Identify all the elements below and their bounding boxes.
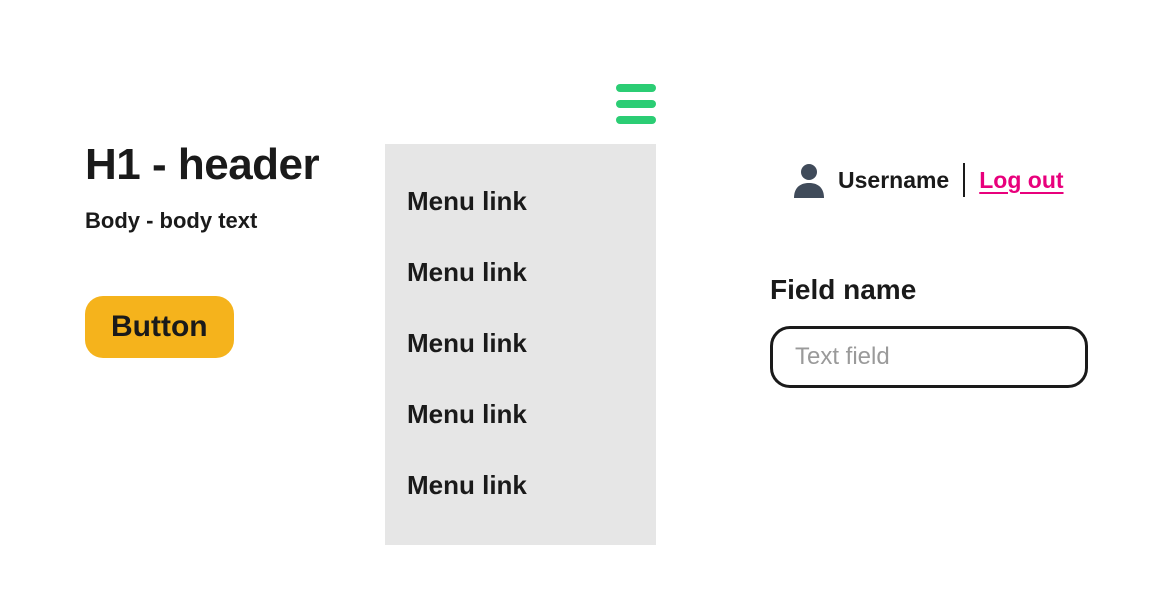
right-section: Username Log out Field name [770, 162, 1088, 388]
menu-link[interactable]: Menu link [385, 237, 656, 308]
left-section: H1 - header Body - body text Button [85, 140, 319, 358]
divider [963, 163, 965, 197]
menu-link[interactable]: Menu link [385, 450, 656, 521]
menu-link[interactable]: Menu link [385, 379, 656, 450]
primary-button[interactable]: Button [85, 296, 234, 358]
menu-panel: Menu link Menu link Menu link Menu link … [385, 144, 656, 545]
menu-link[interactable]: Menu link [385, 166, 656, 237]
text-input[interactable] [770, 326, 1088, 388]
hamburger-bar [616, 116, 656, 124]
field-label: Field name [770, 274, 916, 305]
menu-link[interactable]: Menu link [385, 308, 656, 379]
hamburger-icon[interactable] [616, 84, 656, 124]
hamburger-bar [616, 84, 656, 92]
body-text: Body - body text [85, 208, 319, 234]
hamburger-bar [616, 100, 656, 108]
menu-section: Menu link Menu link Menu link Menu link … [385, 84, 656, 545]
logout-link[interactable]: Log out [979, 167, 1063, 194]
page-heading: H1 - header [85, 140, 319, 190]
field-block: Field name [770, 274, 1088, 388]
user-icon [792, 162, 826, 198]
username-label: Username [838, 167, 949, 194]
user-row: Username Log out [792, 162, 1088, 198]
